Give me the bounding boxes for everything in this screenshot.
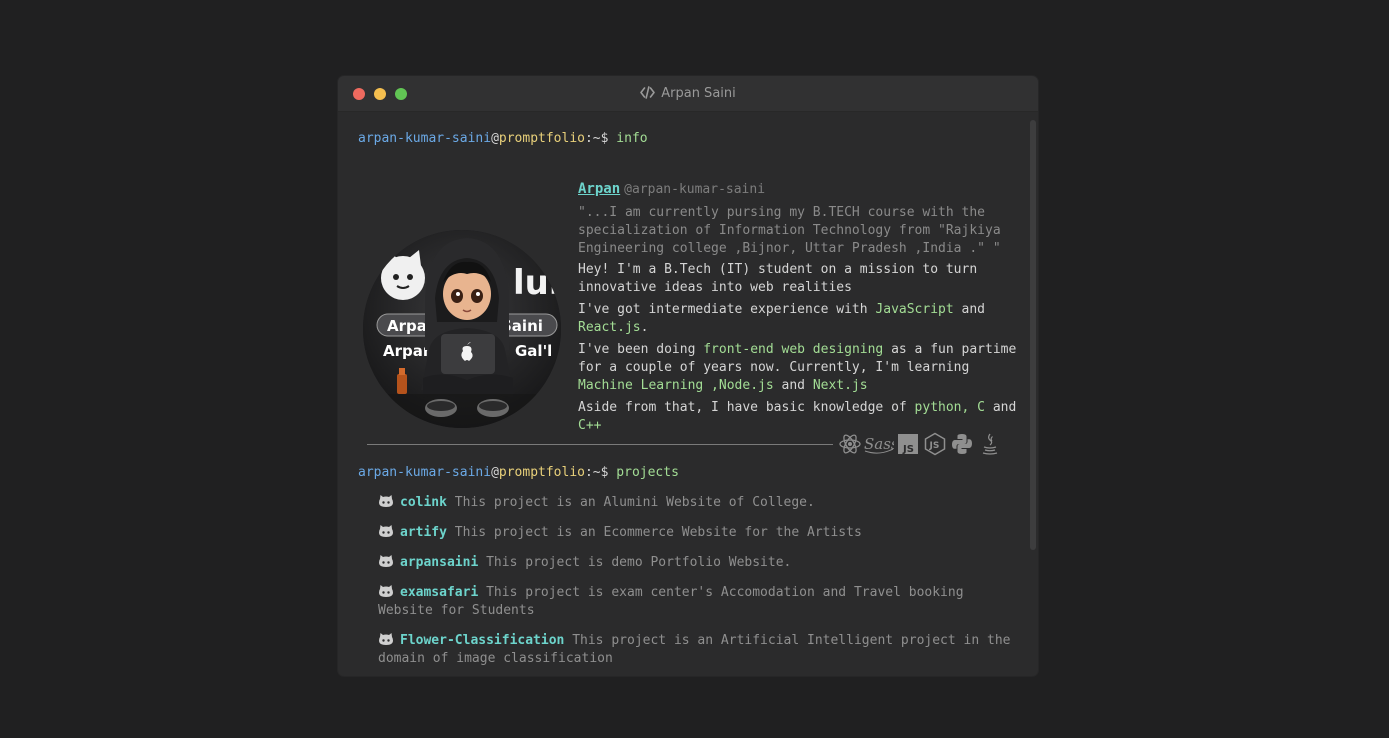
prompt-at: @ xyxy=(491,465,499,480)
skill-node: Node.js xyxy=(718,378,774,393)
hacker-avatar-icon: lub Arpan Saini Arpan Gal'l xyxy=(363,230,561,428)
skill-javascript: JavaScript xyxy=(875,302,954,317)
sass-icon: Sass xyxy=(864,432,899,456)
github-icon xyxy=(378,584,394,598)
code-icon xyxy=(640,86,656,103)
project-item: colink This project is an Alumini Websit… xyxy=(358,494,1018,512)
skill-react: React.js xyxy=(578,320,641,335)
react-icon xyxy=(838,432,862,456)
project-link[interactable]: arpansaini xyxy=(400,555,478,570)
scrollbar[interactable] xyxy=(1030,120,1036,670)
project-item: Flower-Classification This project is an… xyxy=(358,632,1018,668)
skill-frontend: front-end web designing xyxy=(703,342,884,357)
github-icon xyxy=(378,632,394,646)
prompt-user: arpan-kumar-saini xyxy=(358,465,492,480)
bio-paragraph-1: Hey! I'm a B.Tech (IT) student on a miss… xyxy=(578,262,978,295)
github-icon xyxy=(378,494,394,508)
project-link[interactable]: examsafari xyxy=(400,585,478,600)
separator-row: Sass JS JS xyxy=(358,428,1018,464)
prompt-at: @ xyxy=(491,131,499,146)
project-item: artify This project is an Ecommerce Webs… xyxy=(358,524,1018,542)
prompt-path: :~$ xyxy=(584,131,617,146)
avatar-text-2b: Gal'l xyxy=(515,342,552,360)
bio-panel: Arpan @arpan-kumar-saini "...I am current… xyxy=(578,180,1018,439)
project-list: colink This project is an Alumini Websit… xyxy=(358,494,1018,668)
bio-text: and xyxy=(773,378,813,393)
prompt-user: arpan-kumar-saini xyxy=(358,131,492,146)
profile-handle: @arpan-kumar-saini xyxy=(624,182,766,197)
skill-next: Next.js xyxy=(812,378,868,393)
bio-text: I've got intermediate experience with xyxy=(578,302,876,317)
project-item: arpansaini This project is demo Portfoli… xyxy=(358,554,1018,572)
nodejs-icon: JS xyxy=(923,432,947,456)
window-title: Arpan Saini xyxy=(661,86,736,101)
bio-text: and xyxy=(985,400,1017,415)
prompt-line-info: arpan-kumar-saini@promptfolio:~$ info xyxy=(358,130,1018,148)
bio-text: and xyxy=(953,302,986,317)
command-info: info xyxy=(616,131,648,146)
terminal-window: Arpan Saini arpan-kumar-saini@promptfoli… xyxy=(338,76,1038,676)
project-link[interactable]: colink xyxy=(400,495,447,510)
bio-paragraph-3: I've been doing front-end web designing … xyxy=(578,341,1018,395)
bio-quote: "...I am currently pursing my B.TECH cou… xyxy=(578,205,1001,256)
bio-text: . xyxy=(640,320,649,335)
github-icon xyxy=(378,554,394,568)
scrollbar-thumb[interactable] xyxy=(1030,120,1036,550)
bio-header: Arpan @arpan-kumar-saini xyxy=(578,180,1018,199)
github-icon xyxy=(378,524,394,538)
prompt-host: promptfolio xyxy=(498,465,585,480)
bio-text: Aside from that, I have basic knowledge … xyxy=(578,400,915,415)
project-link[interactable]: artify xyxy=(400,525,447,540)
profile-avatar: lub Arpan Saini Arpan Gal'l xyxy=(363,230,561,428)
java-icon xyxy=(978,432,1002,456)
project-description: This project is an Ecommerce Website for… xyxy=(454,525,862,540)
project-description: This project is demo Portfolio Website. xyxy=(486,555,792,570)
window-title-area: Arpan Saini xyxy=(338,86,1038,103)
project-item: examsafari This project is exam center's… xyxy=(358,584,1018,620)
svg-text:JS: JS xyxy=(929,441,940,451)
bio-text: I've been doing xyxy=(578,342,704,357)
prompt-line-projects: arpan-kumar-saini@promptfolio:~$ project… xyxy=(358,464,1018,482)
title-bar: Arpan Saini xyxy=(338,76,1038,112)
js-icon: JS xyxy=(896,432,920,456)
skill-python-c: python, C xyxy=(914,400,985,415)
skill-ml: Machine Learning , xyxy=(578,378,719,393)
avatar-brand-text: lub xyxy=(513,263,561,303)
prompt-host: promptfolio xyxy=(498,131,585,146)
info-section: lub Arpan Saini Arpan Gal'l xyxy=(358,148,1018,433)
project-description: This project is an Alumini Website of Co… xyxy=(454,495,815,510)
divider xyxy=(367,444,833,445)
terminal-output: arpan-kumar-saini@promptfolio:~$ info lu… xyxy=(358,112,1018,668)
profile-name-link[interactable]: Arpan xyxy=(578,181,620,197)
bio-paragraph-2: I've got intermediate experience with Ja… xyxy=(578,301,1018,337)
prompt-path: :~$ xyxy=(584,465,617,480)
svg-text:JS: JS xyxy=(902,444,914,455)
python-icon xyxy=(950,432,974,456)
command-projects: projects xyxy=(616,465,679,480)
project-link[interactable]: Flower-Classification xyxy=(400,633,564,648)
